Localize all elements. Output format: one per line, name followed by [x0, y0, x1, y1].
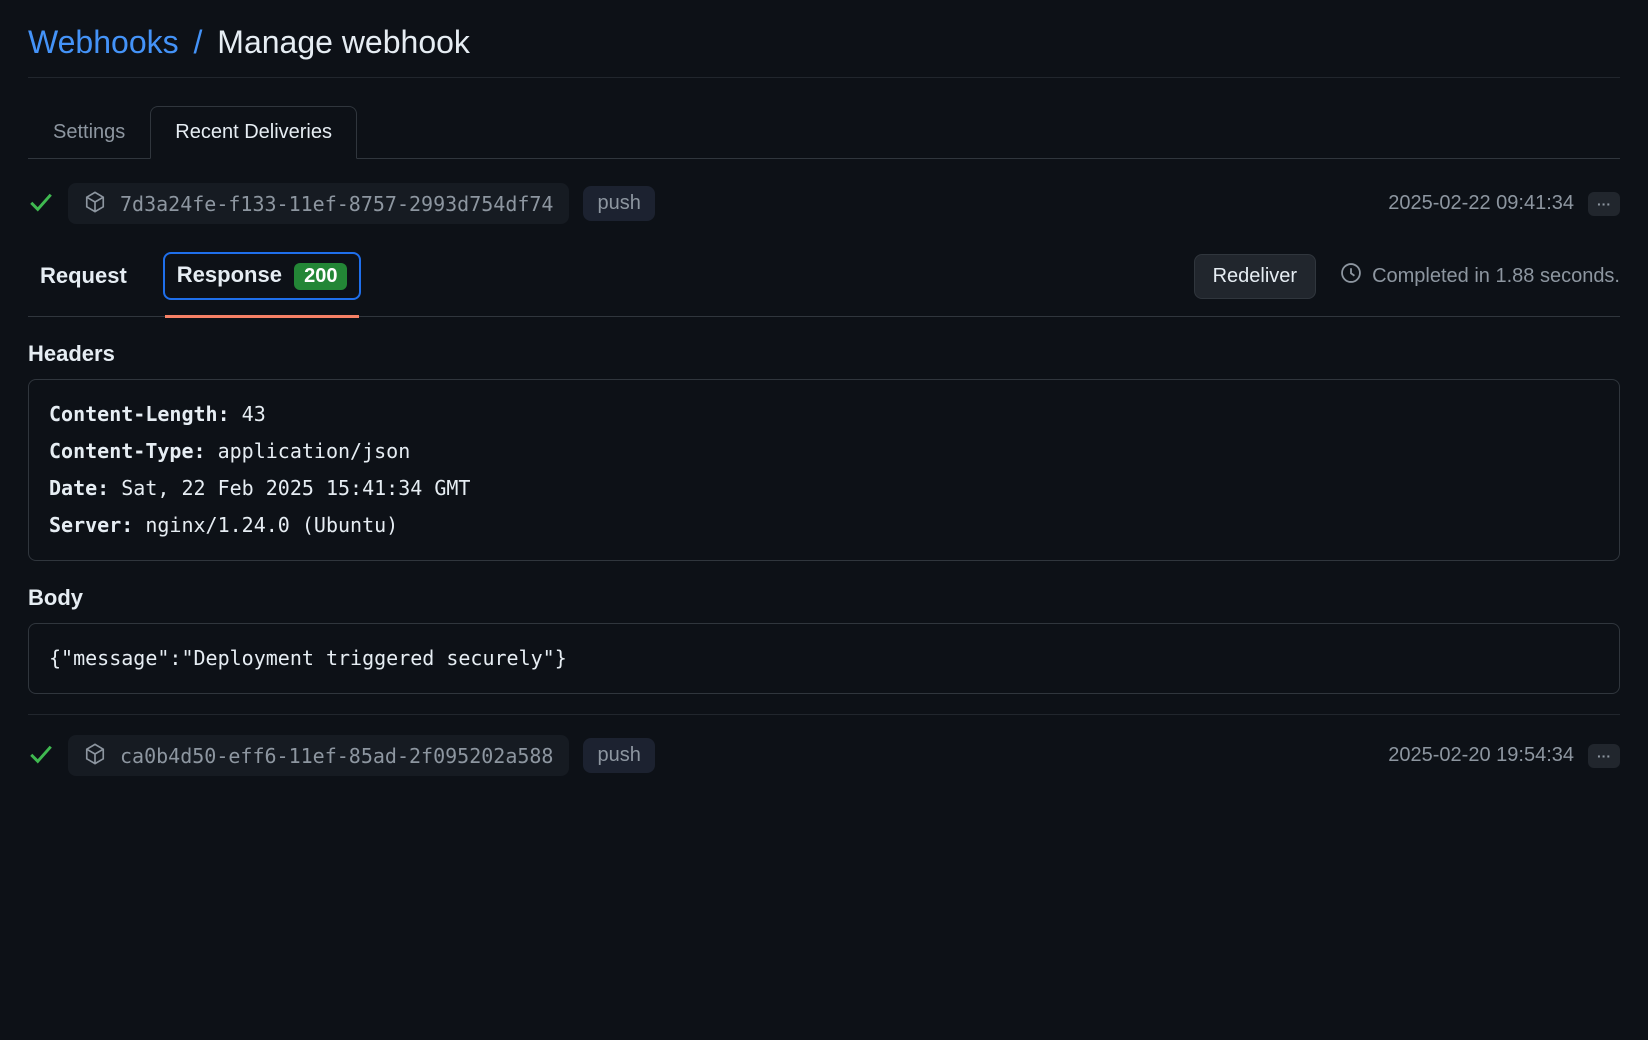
header-key: Content-Length:: [49, 402, 230, 426]
completed-status: Completed in 1.88 seconds.: [1340, 262, 1620, 290]
header-value: nginx/1.24.0 (Ubuntu): [145, 513, 398, 537]
breadcrumb: Webhooks / Manage webhook: [28, 24, 1620, 78]
breadcrumb-current: Manage webhook: [217, 24, 470, 60]
delivery-detail-subtabs: Request Response 200 Redeliver Completed…: [28, 252, 1620, 317]
response-headers-box: Content-Length: 43 Content-Type: applica…: [28, 379, 1620, 561]
kebab-menu-icon[interactable]: ···: [1588, 744, 1620, 768]
header-value: Sat, 22 Feb 2025 15:41:34 GMT: [121, 476, 470, 500]
breadcrumb-separator: /: [188, 24, 209, 60]
deliveries-list: 7d3a24fe-f133-11ef-8757-2993d754df74 pus…: [28, 183, 1620, 796]
redeliver-button[interactable]: Redeliver: [1194, 254, 1316, 299]
header-key: Server:: [49, 513, 133, 537]
kebab-menu-icon[interactable]: ···: [1588, 192, 1620, 216]
tab-recent-deliveries[interactable]: Recent Deliveries: [150, 106, 357, 159]
delivery-summary-row[interactable]: ca0b4d50-eff6-11ef-85ad-2f095202a588 pus…: [28, 735, 1620, 776]
package-icon: [84, 743, 106, 768]
subtab-response-label: Response: [177, 262, 282, 287]
status-code-badge: 200: [294, 263, 347, 290]
header-value: 43: [242, 402, 266, 426]
tab-settings[interactable]: Settings: [28, 106, 150, 158]
delivery-event-badge: push: [583, 186, 654, 221]
subtab-response[interactable]: Response 200: [163, 252, 362, 300]
delivery-timestamp: 2025-02-22 09:41:34: [1388, 192, 1574, 215]
header-value: application/json: [218, 439, 411, 463]
delivery-guid-pill: ca0b4d50-eff6-11ef-85ad-2f095202a588: [68, 735, 569, 776]
completed-text: Completed in 1.88 seconds.: [1372, 265, 1620, 288]
header-key: Content-Type:: [49, 439, 206, 463]
subtab-request[interactable]: Request: [28, 255, 139, 297]
body-section-title: Body: [28, 585, 1620, 611]
package-icon: [84, 191, 106, 216]
success-check-icon: [28, 741, 54, 770]
header-key: Date:: [49, 476, 109, 500]
delivery-event-badge: push: [583, 738, 654, 773]
breadcrumb-parent-link[interactable]: Webhooks: [28, 24, 179, 60]
success-check-icon: [28, 189, 54, 218]
delivery-item: 7d3a24fe-f133-11ef-8757-2993d754df74 pus…: [28, 183, 1620, 714]
headers-section-title: Headers: [28, 341, 1620, 367]
delivery-guid-pill: 7d3a24fe-f133-11ef-8757-2993d754df74: [68, 183, 569, 224]
response-body-box: {"message":"Deployment triggered securel…: [28, 623, 1620, 694]
main-tabs: Settings Recent Deliveries: [28, 106, 1620, 159]
delivery-item: ca0b4d50-eff6-11ef-85ad-2f095202a588 pus…: [28, 714, 1620, 796]
delivery-guid: 7d3a24fe-f133-11ef-8757-2993d754df74: [120, 192, 553, 216]
delivery-summary-row[interactable]: 7d3a24fe-f133-11ef-8757-2993d754df74 pus…: [28, 183, 1620, 224]
clock-icon: [1340, 262, 1362, 290]
delivery-guid: ca0b4d50-eff6-11ef-85ad-2f095202a588: [120, 744, 553, 768]
delivery-timestamp: 2025-02-20 19:54:34: [1388, 744, 1574, 767]
